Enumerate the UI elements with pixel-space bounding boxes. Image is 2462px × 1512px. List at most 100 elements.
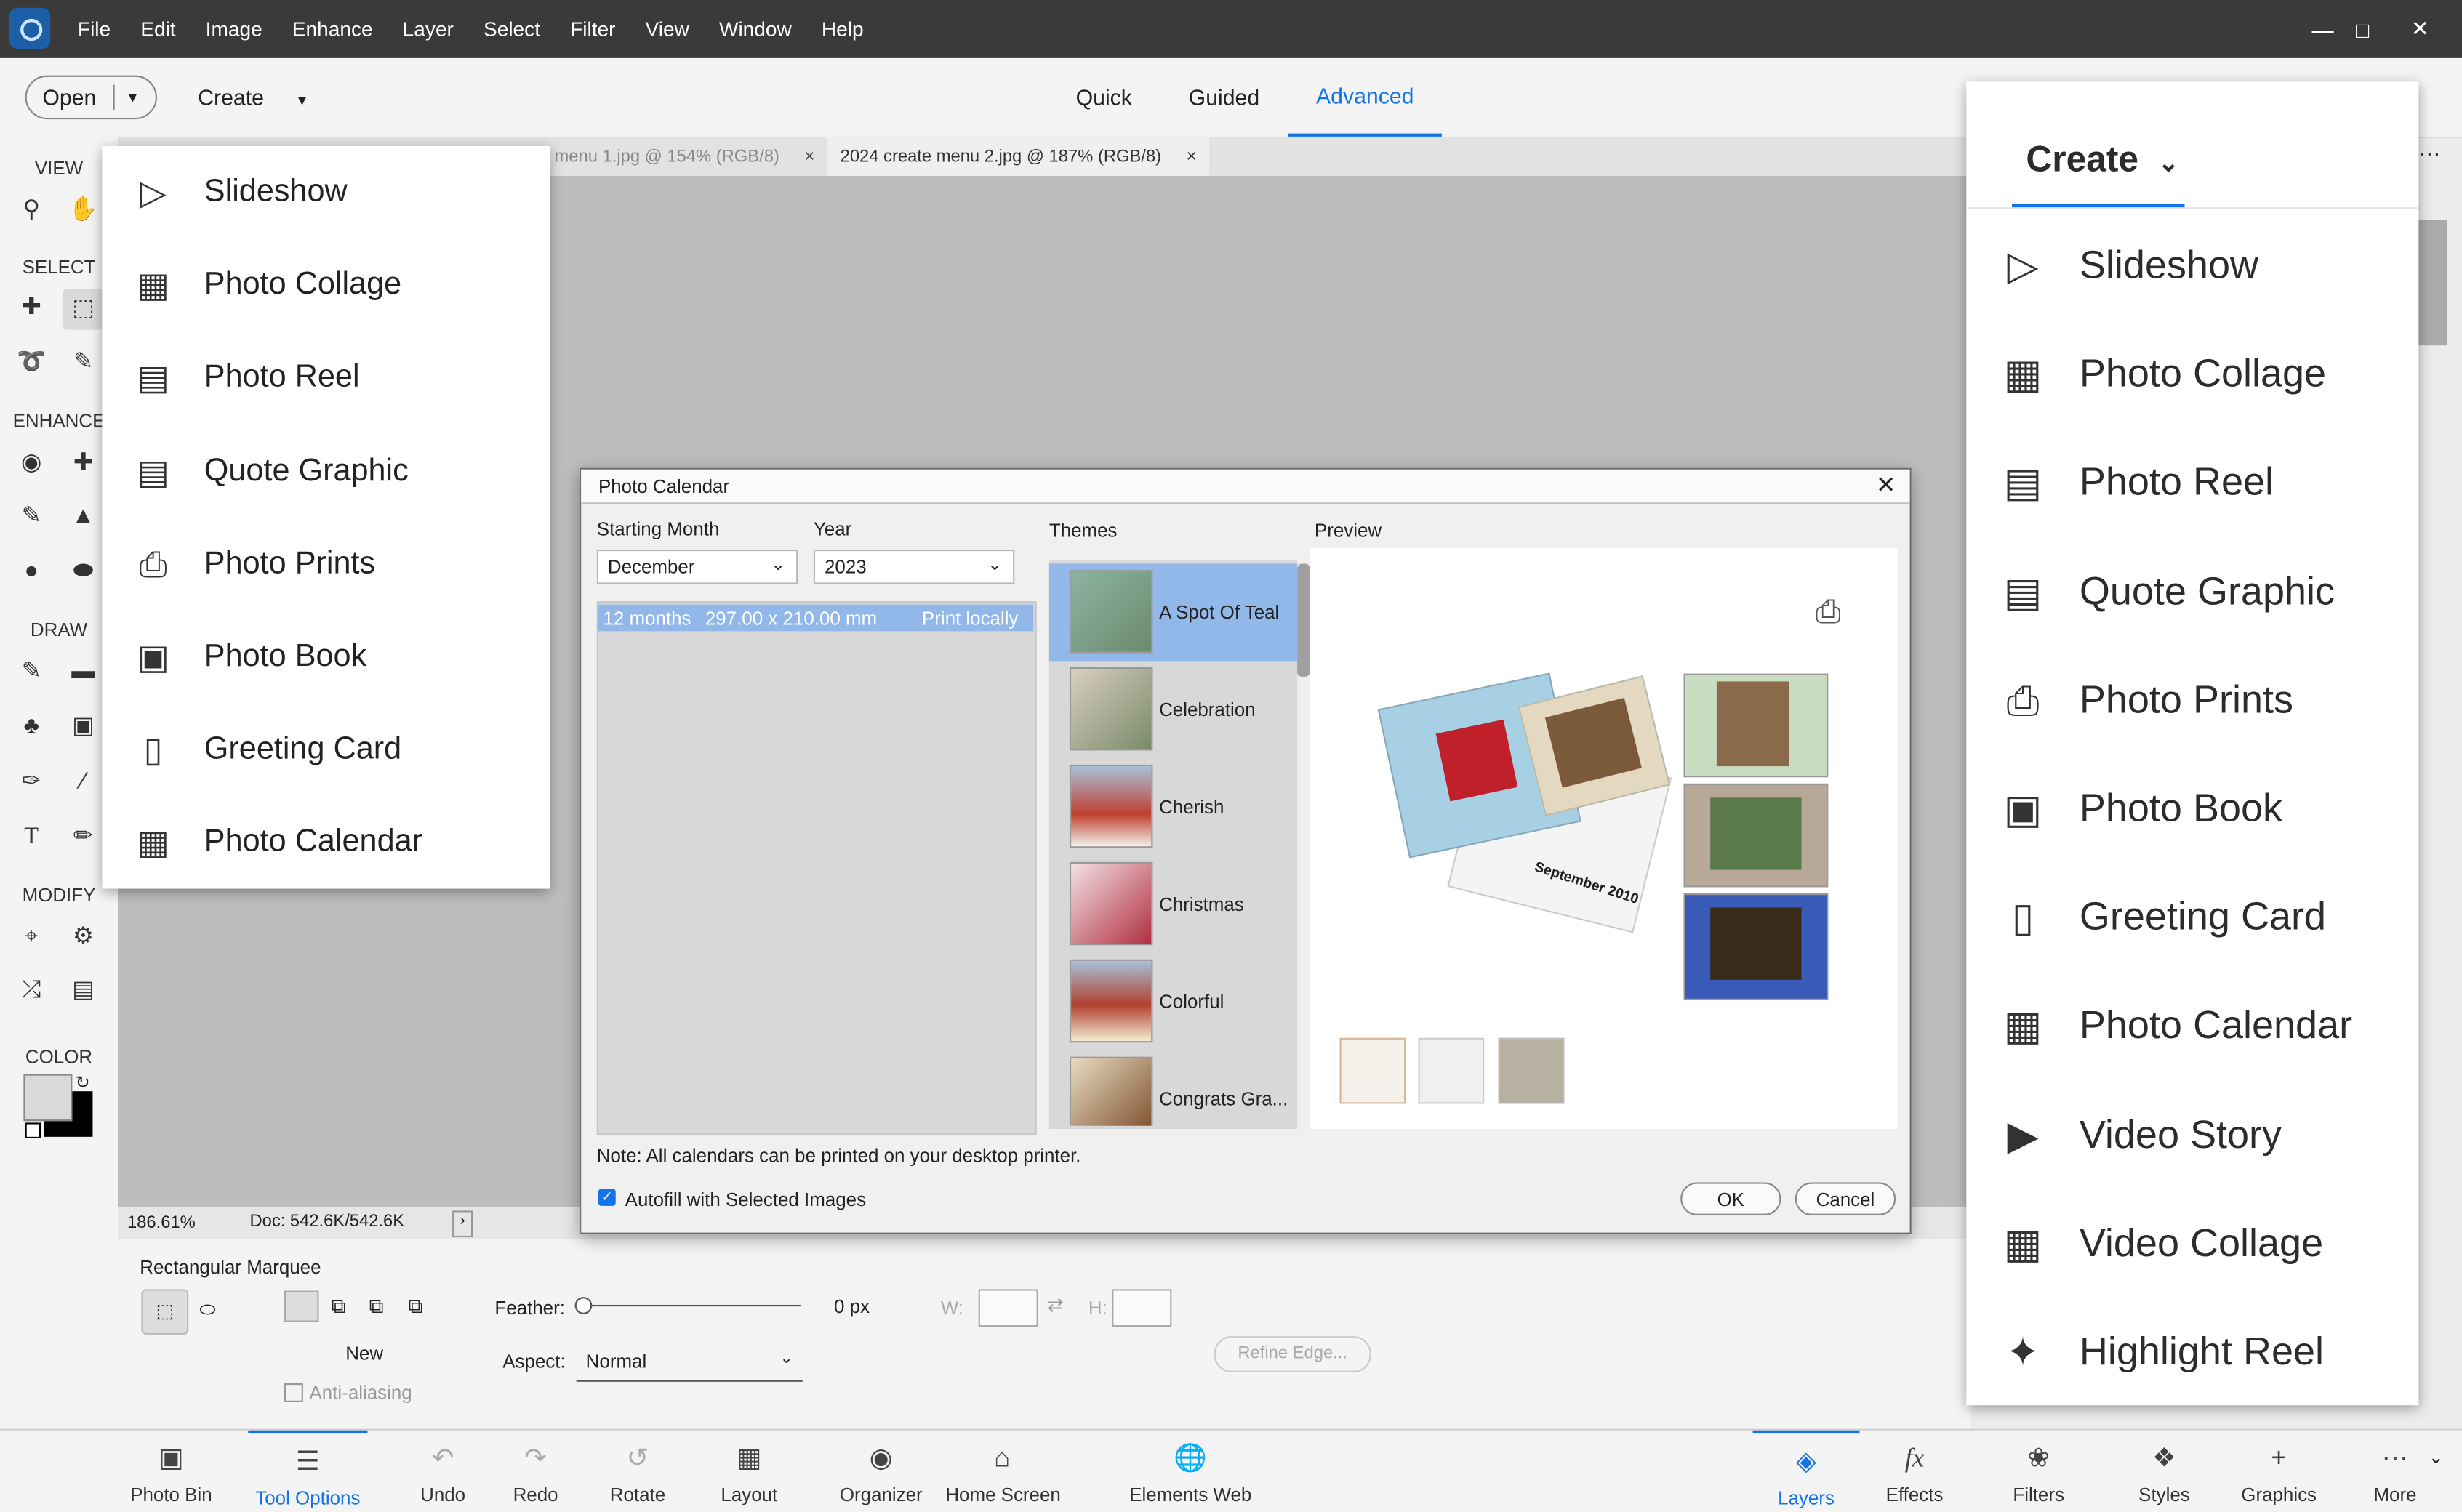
subtract-selection-icon[interactable]: ⧉ [369, 1294, 384, 1319]
create-item-slideshow[interactable]: ▷ Slideshow [1966, 212, 2418, 321]
feather-slider-track[interactable] [581, 1304, 801, 1307]
close-tab-icon[interactable]: × [1187, 147, 1197, 166]
create-item-photo-prints[interactable]: ⎙ Photo Prints [1966, 647, 2418, 755]
maximize-icon[interactable]: □ [2356, 0, 2369, 58]
redo-button[interactable]: ↷ Redo [506, 1431, 566, 1512]
feather-slider-handle[interactable] [574, 1297, 593, 1314]
theme-item[interactable]: A Spot Of Teal [1048, 563, 1298, 662]
ok-button[interactable]: OK [1680, 1182, 1781, 1215]
menu-edit[interactable]: Edit [126, 17, 191, 41]
clone-stamp-icon[interactable]: ▲ [66, 499, 101, 534]
menu-item-slideshow[interactable]: ▷ Slideshow [102, 146, 550, 238]
aspect-dropdown[interactable]: Normal ⌄ [576, 1343, 803, 1382]
tab-guided[interactable]: Guided [1160, 58, 1288, 137]
layout-button[interactable]: ▦ Layout [716, 1431, 782, 1512]
starting-month-dropdown[interactable]: December ⌄ [596, 550, 798, 584]
photo-bin-button[interactable]: ▣ Photo Bin [122, 1431, 220, 1512]
create-item-photo-calendar[interactable]: ▦ Photo Calendar [1966, 972, 2418, 1080]
create-panel-title[interactable]: Create ⌄ [2026, 138, 2178, 180]
brush-icon[interactable]: ✎ [14, 655, 49, 690]
minimize-icon[interactable]: — [2312, 0, 2334, 58]
sponge-icon[interactable]: ⬬ [66, 554, 101, 589]
hand-icon[interactable]: ✋ [66, 193, 101, 228]
gradient-icon[interactable]: ▣ [66, 709, 101, 744]
foreground-color-swatch[interactable] [23, 1074, 73, 1122]
new-selection-icon[interactable] [284, 1290, 319, 1322]
content-aware-move-icon[interactable]: ⤮ [14, 973, 49, 1008]
close-icon[interactable]: ✕ [2411, 0, 2429, 58]
crop-icon[interactable]: ⌖ [14, 920, 49, 955]
rotate-button[interactable]: ↺ Rotate [603, 1431, 672, 1512]
create-item-photo-reel[interactable]: ▤ Photo Reel [1966, 429, 2418, 537]
menu-window[interactable]: Window [704, 17, 806, 41]
height-input[interactable] [1112, 1289, 1172, 1327]
width-input[interactable] [978, 1289, 1038, 1327]
healing-brush-icon[interactable]: ✚ [66, 446, 101, 480]
close-tab-icon[interactable]: × [804, 147, 814, 166]
menu-view[interactable]: View [630, 17, 704, 41]
menu-layer[interactable]: Layer [388, 17, 468, 41]
swap-dimensions-icon[interactable]: ⇄ [1048, 1294, 1064, 1316]
autofill-checkbox[interactable]: ✓ [598, 1189, 616, 1206]
ellipse-marquee-icon[interactable]: ⬭ [199, 1298, 215, 1322]
refine-edge-button[interactable]: Refine Edge... [1214, 1336, 1371, 1372]
create-item-photo-book[interactable]: ▣ Photo Book [1966, 755, 2418, 864]
menu-select[interactable]: Select [468, 17, 555, 41]
cancel-button[interactable]: Cancel [1795, 1182, 1896, 1215]
create-item-video-collage[interactable]: ▦ Video Collage [1966, 1190, 2418, 1298]
home-screen-button[interactable]: ⌂ Home Screen [945, 1431, 1060, 1512]
chevron-down-icon[interactable]: ⌄ [2428, 1446, 2444, 1468]
theme-item[interactable]: Cherish [1049, 758, 1297, 856]
line-icon[interactable]: ∕ [66, 765, 101, 800]
create-item-video-story[interactable]: ▶ Video Story [1966, 1082, 2418, 1190]
add-selection-icon[interactable]: ⧉ [332, 1294, 346, 1319]
menu-enhance[interactable]: Enhance [277, 17, 388, 41]
layers-button[interactable]: ◈ Layers [1752, 1430, 1860, 1512]
menu-item-greeting-card[interactable]: ▯ Greeting Card [102, 704, 550, 796]
more-icon[interactable]: ⋯ [2418, 141, 2440, 168]
anti-aliasing-checkbox[interactable] [284, 1383, 303, 1402]
tab-quick[interactable]: Quick [1048, 58, 1160, 137]
rect-marquee-icon[interactable]: ⬚ [141, 1289, 189, 1335]
status-arrow-icon[interactable]: › [452, 1210, 473, 1238]
theme-item[interactable]: Celebration [1049, 661, 1297, 758]
create-item-greeting-card[interactable]: ▯ Greeting Card [1966, 864, 2418, 972]
menu-item-quote-graphic[interactable]: ▤ Quote Graphic [102, 425, 550, 518]
pencil-icon[interactable]: ✏ [66, 820, 101, 855]
intersect-selection-icon[interactable]: ⧉ [409, 1294, 423, 1319]
create-item-photo-collage[interactable]: ▦ Photo Collage [1966, 321, 2418, 429]
themes-scrollbar[interactable] [1297, 563, 1310, 677]
straighten-icon[interactable]: ▤ [66, 973, 101, 1008]
theme-item[interactable]: Congrats Gra... [1049, 1050, 1297, 1126]
preview-thumbnail[interactable] [1418, 1037, 1485, 1104]
menu-item-photo-reel[interactable]: ▤ Photo Reel [102, 331, 550, 424]
document-tab[interactable]: menu 1.jpg @ 154% (RGB/8) × [554, 137, 814, 176]
eyedropper-icon[interactable]: ✑ [14, 765, 49, 800]
menu-help[interactable]: Help [806, 17, 878, 41]
theme-item[interactable]: Colorful [1049, 953, 1297, 1050]
marquee-icon[interactable]: ⬚ [63, 289, 104, 330]
year-dropdown[interactable]: 2023 ⌄ [813, 550, 1015, 584]
eraser-icon[interactable]: ▬ [66, 655, 101, 690]
organizer-button[interactable]: ◉ Organizer [838, 1431, 923, 1512]
lasso-icon[interactable]: ➰ [14, 345, 49, 380]
menu-item-photo-collage[interactable]: ▦ Photo Collage [102, 238, 550, 331]
graphics-button[interactable]: + Graphics [2237, 1431, 2322, 1512]
effects-button[interactable]: fx Effects [1878, 1431, 1950, 1512]
styles-button[interactable]: ❖ Styles [2130, 1431, 2199, 1512]
document-tab-active[interactable]: 2024 create menu 2.jpg @ 187% (RGB/8) × [827, 136, 1209, 176]
menu-item-photo-book[interactable]: ▣ Photo Book [102, 611, 550, 703]
open-button[interactable]: Open ▼ [25, 75, 158, 120]
close-icon[interactable]: ✕ [1876, 471, 1896, 499]
size-option-row[interactable]: 12 months 297.00 x 210.00 mm Print local… [598, 604, 1034, 632]
quick-selection-icon[interactable]: ✎ [66, 345, 101, 380]
swap-colors-icon[interactable]: ↻ [76, 1072, 90, 1093]
red-eye-icon[interactable]: ◉ [14, 446, 49, 480]
tab-advanced[interactable]: Advanced [1288, 58, 1443, 137]
blur-icon[interactable]: ● [14, 554, 49, 589]
theme-item[interactable]: Christmas [1049, 856, 1297, 953]
menu-item-photo-prints[interactable]: ⎙ Photo Prints [102, 518, 550, 611]
recompose-icon[interactable]: ⚙ [66, 920, 101, 955]
filters-button[interactable]: ❀ Filters [2004, 1431, 2073, 1512]
preview-thumbnail[interactable] [1498, 1037, 1565, 1104]
